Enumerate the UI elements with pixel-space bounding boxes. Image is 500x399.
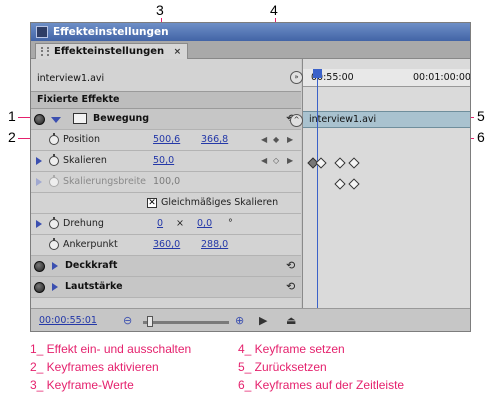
zoom-slider-knob[interactable]: [147, 316, 153, 327]
playhead-line[interactable]: [317, 69, 318, 329]
stopwatch-icon[interactable]: [49, 217, 59, 229]
zoom-in-icon[interactable]: ⊕: [235, 314, 244, 327]
property-scale-width-row: Skalierungsbreite 100,0: [31, 172, 301, 193]
legend-item: 1_ Effekt ein- und ausschalten: [30, 342, 192, 356]
zoom-out-icon[interactable]: ⊖: [123, 314, 132, 327]
current-timecode[interactable]: 00:00:55:01: [39, 315, 97, 326]
property-rotation-row: Drehung 0 × 0,0 °: [31, 214, 301, 235]
callout-1: 1: [8, 108, 16, 124]
tab-bar: Effekteinstellungen ×: [31, 41, 470, 59]
fast-forward-icon[interactable]: »: [290, 71, 303, 84]
keyframe-marker[interactable]: [348, 157, 360, 169]
property-label: Skalieren: [63, 155, 107, 166]
callout-5: 5: [477, 108, 485, 124]
chevron-right-icon[interactable]: [36, 220, 42, 228]
tab-effect-controls[interactable]: Effekteinstellungen ×: [35, 43, 189, 59]
callout-2: 2: [8, 129, 16, 145]
fixed-effects-header: Fixierte Effekte: [31, 91, 301, 109]
legend-item: 3_ Keyframe-Werte: [30, 378, 134, 392]
rotation-times-sign: ×: [176, 218, 184, 229]
uniform-scale-label: Gleichmäßiges Skalieren: [161, 197, 279, 208]
motion-icon[interactable]: [73, 113, 87, 124]
stopwatch-icon[interactable]: [49, 154, 59, 166]
timeline-clip-bar: interview1.avi: [303, 111, 470, 128]
chevron-right-icon[interactable]: [52, 283, 58, 291]
effect-label: Deckkraft: [65, 260, 118, 271]
anchor-y-value[interactable]: 288,0: [201, 239, 228, 250]
uniform-scale-checkbox[interactable]: ✕: [147, 198, 157, 208]
reset-icon[interactable]: ⟲: [286, 259, 295, 272]
drag-grip-icon[interactable]: [41, 47, 49, 56]
stopwatch-icon[interactable]: [49, 238, 59, 250]
chevron-right-icon[interactable]: [36, 178, 42, 186]
property-label: Skalierungsbreite: [63, 176, 147, 187]
timeline-pane: » ^ 00:55:00 00:01:00:00 interview1.avi …: [290, 59, 471, 331]
rotation-turns-value[interactable]: 0: [157, 218, 163, 229]
tab-label: Effekteinstellungen: [54, 46, 165, 57]
add-keyframe-icon[interactable]: ◇: [273, 156, 279, 165]
degree-sign: °: [228, 218, 233, 229]
chevron-right-icon[interactable]: [52, 262, 58, 270]
play-audio-icon[interactable]: ▶: [259, 314, 267, 327]
time-ruler[interactable]: 00:55:00 00:01:00:00: [303, 69, 471, 87]
effect-volume-row: Lautstärke ⟲: [31, 277, 301, 298]
window-title: Effekteinstellungen: [53, 26, 169, 38]
property-position-row: Position 500,6 366,8 ◀ ◆ ▶: [31, 130, 301, 151]
property-scale-row: Skalieren 50,0 ◀ ◇ ▶: [31, 151, 301, 172]
effect-motion-row: Bewegung ⟲: [31, 109, 301, 130]
effect-label: Lautstärke: [65, 281, 123, 292]
collapse-icon[interactable]: ^: [290, 114, 303, 127]
position-x-value[interactable]: 500,6: [153, 134, 180, 145]
app-icon: [36, 26, 48, 38]
effect-controls-panel: Effekteinstellungen Effekteinstellungen …: [30, 22, 471, 332]
next-keyframe-icon[interactable]: ▶: [287, 156, 293, 165]
scale-value[interactable]: 50,0: [153, 155, 174, 166]
legend-item: 4_ Keyframe setzen: [238, 342, 345, 356]
uniform-scale-row: ✕ Gleichmäßiges Skalieren: [31, 193, 301, 214]
close-icon[interactable]: ×: [174, 47, 182, 57]
callout-3: 3: [156, 2, 164, 18]
scale-width-value: 100,0: [153, 176, 181, 187]
chevron-right-icon[interactable]: [36, 157, 42, 165]
rotation-degrees-value[interactable]: 0,0: [197, 218, 212, 229]
effect-list-pane: interview1.avi Fixierte Effekte Bewegung…: [31, 59, 301, 331]
chevron-down-icon[interactable]: [51, 117, 61, 123]
zoom-slider[interactable]: [143, 321, 229, 324]
property-label: Drehung: [63, 218, 104, 229]
keyframe-marker[interactable]: [334, 157, 346, 169]
effect-toggle-icon[interactable]: [34, 261, 45, 272]
keyframe-marker[interactable]: [334, 178, 346, 190]
panel-footer: 00:00:55:01 ⊖ ⊕ ▶ ⏏: [31, 308, 470, 331]
stopwatch-icon: [49, 175, 59, 187]
anchor-x-value[interactable]: 360,0: [153, 239, 180, 250]
keyframe-marker[interactable]: [348, 178, 360, 190]
next-keyframe-icon[interactable]: ▶: [287, 135, 293, 144]
effect-opacity-row: Deckkraft ⟲: [31, 256, 301, 277]
legend-item: 5_ Zurücksetzen: [238, 360, 327, 374]
position-y-value[interactable]: 366,8: [201, 134, 228, 145]
effect-toggle-icon[interactable]: [34, 282, 45, 293]
window-title-bar[interactable]: Effekteinstellungen: [31, 23, 470, 41]
legend-item: 6_ Keyframes auf der Zeitleiste: [238, 378, 405, 392]
reset-icon[interactable]: ⟲: [286, 280, 295, 293]
clip-name: interview1.avi: [37, 73, 105, 84]
callout-4: 4: [270, 2, 278, 18]
legend-item: 2_ Keyframes aktivieren: [30, 360, 159, 374]
stopwatch-icon[interactable]: [49, 133, 59, 145]
previous-keyframe-icon[interactable]: ◀: [261, 135, 267, 144]
previous-keyframe-icon[interactable]: ◀: [261, 156, 267, 165]
export-icon[interactable]: ⏏: [286, 314, 296, 327]
property-label: Ankerpunkt: [63, 239, 118, 250]
effect-label: Bewegung: [93, 113, 150, 124]
callout-6: 6: [477, 129, 485, 145]
add-keyframe-icon[interactable]: ◆: [273, 135, 279, 144]
property-anchor-row: Ankerpunkt 360,0 288,0: [31, 235, 301, 256]
timeline-end-time: 00:01:00:00: [413, 72, 471, 83]
effect-toggle-icon[interactable]: [34, 114, 45, 125]
property-label: Position: [63, 134, 100, 145]
